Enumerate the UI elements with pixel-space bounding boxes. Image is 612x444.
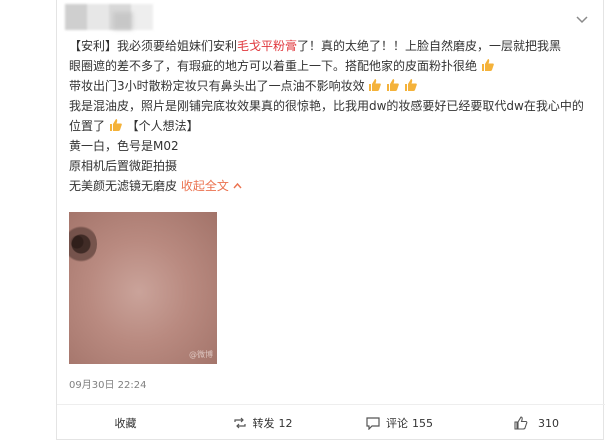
post-line: 带妆出门3小时散粉定妆只有鼻头出了一点油不影响妆效: [69, 76, 589, 96]
action-bar: 收藏 转发 12 评论 155 310: [57, 404, 605, 441]
thumbs-up-icon: [369, 79, 382, 91]
chevron-down-icon[interactable]: [575, 14, 589, 24]
thumbs-up-icon: [387, 79, 400, 91]
collapse-text-link[interactable]: 收起全文: [181, 179, 229, 193]
favorite-button[interactable]: 收藏: [57, 405, 194, 441]
post-line: 【安利】我必须要给姐妹们安利毛戈平粉膏了！真的太绝了！！上脸自然磨皮，一层就把我…: [69, 36, 589, 56]
thumbs-up-icon: [405, 79, 417, 91]
comment-label: 评论: [386, 417, 408, 430]
post-line: 黄一白，色号是M02: [69, 139, 179, 153]
post-line: 眼圈遮的差不多了，有瑕疵的地方可以着重上一下。搭配他家的皮面粉扑很绝: [69, 56, 589, 76]
like-count: 310: [538, 416, 559, 430]
thumbs-up-icon: [109, 119, 122, 131]
thumbs-up-icon: [481, 59, 494, 71]
post-text-span: 【安利】我必须要给姐妹们安利: [69, 39, 238, 53]
blurred-user-info: [65, 4, 153, 30]
comment-button[interactable]: 评论 155: [331, 405, 468, 441]
post-text-span: 位置了: [69, 119, 106, 133]
post-text-span: 带妆出门3小时散粉定妆只有鼻头出了一点油不影响妆效: [69, 79, 365, 93]
favorite-label: 收藏: [114, 417, 137, 430]
post-tag: 【个人想法】: [126, 119, 199, 133]
post-line: 我是混油皮，照片是刚铺完底妆效果真的很惊艳，比我用dw的妆感要好已经要取代dw在…: [69, 96, 589, 116]
post-text-span: 无美颜无滤镜无磨皮: [69, 179, 178, 193]
post-photo[interactable]: @微博: [69, 212, 217, 364]
post-timestamp[interactable]: 09月30日 22:24: [69, 376, 146, 391]
thumbs-up-icon: [514, 416, 528, 430]
blurred-avatar: [113, 12, 133, 30]
post-line: 原相机后置微距拍摄: [69, 159, 178, 173]
repost-label: 转发: [252, 417, 275, 430]
post-line: 无美颜无滤镜无磨皮 收起全文: [69, 176, 589, 196]
post-text: 【安利】我必须要给姐妹们安利毛戈平粉膏了！真的太绝了！！上脸自然磨皮，一层就把我…: [69, 36, 589, 196]
repost-count: 12: [278, 416, 293, 430]
post-text-span: 我是混油皮，照片是刚铺完底妆效果真的很惊艳，比我用dw的妆感要好已经要取代dw在…: [69, 99, 584, 113]
post-text-span: 眼圈遮的差不多了，有瑕疵的地方可以着重上一下。搭配他家的皮面粉扑很绝: [69, 59, 478, 73]
highlight-product-name[interactable]: 毛戈平粉膏: [237, 39, 297, 53]
comment-count: 155: [412, 416, 433, 430]
chevron-up-icon[interactable]: [233, 182, 242, 190]
post-text-span: 了！真的太绝了！！上脸自然磨皮，一层就把我黑: [297, 39, 562, 53]
like-button[interactable]: 310: [468, 405, 605, 441]
photo-watermark: @微博: [189, 350, 213, 359]
photo-eye-detail: [69, 224, 97, 264]
repost-button[interactable]: 转发 12: [194, 405, 331, 441]
post-line: 位置了 【个人想法】: [69, 116, 589, 136]
weibo-post-card: 【安利】我必须要给姐妹们安利毛戈平粉膏了！真的太绝了！！上脸自然磨皮，一层就把我…: [56, 0, 605, 441]
repost-icon: [233, 417, 246, 429]
comment-icon: [366, 416, 380, 430]
